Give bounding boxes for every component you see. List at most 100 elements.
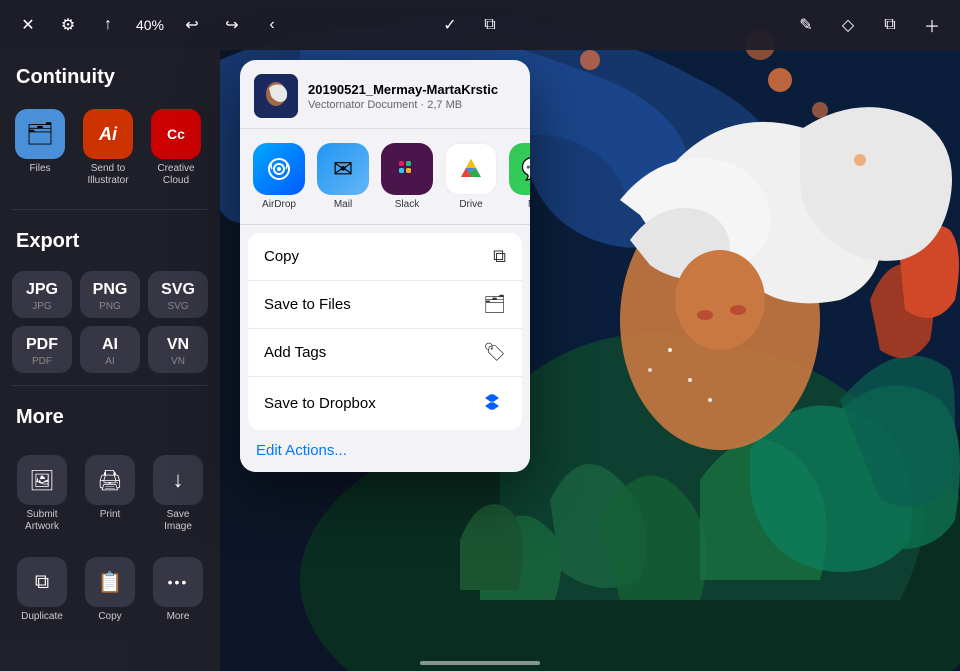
share-dropbox-label: Save to Dropbox: [264, 395, 376, 412]
share-action-add-tags[interactable]: Add Tags 🏷: [248, 329, 522, 377]
format-svg-sub: SVG: [167, 301, 188, 312]
mail-label: Mail: [334, 199, 352, 210]
continuity-section: Continuity 🗂 Files Ai Send to Illustrato…: [0, 50, 220, 205]
format-png-main: PNG: [93, 281, 128, 299]
format-jpg-main: JPG: [26, 281, 58, 299]
drive-label: Drive: [459, 199, 482, 210]
clipboard-tool[interactable]: ⧉: [474, 9, 506, 41]
edit-actions-link[interactable]: Edit Actions...: [256, 442, 347, 459]
duplicate-icon: ⧉: [17, 557, 67, 607]
share-filesize: Vectornator Document · 2,7 MB: [308, 99, 498, 111]
slack-label: Slack: [395, 199, 419, 210]
format-png-sub: PNG: [99, 301, 121, 312]
layers-panel-button[interactable]: ⧉: [874, 9, 906, 41]
check-tool[interactable]: ✓: [434, 9, 466, 41]
share-actions-group: Copy ⧉ Save to Files 🗂 Add Tags 🏷 Save t…: [248, 233, 522, 430]
pen-tool[interactable]: ✎: [790, 9, 822, 41]
send-to-illustrator-item[interactable]: Ai Send to Illustrator: [76, 103, 140, 193]
share-copy-icon: ⧉: [493, 246, 506, 267]
copy-label: Copy: [98, 611, 121, 623]
airdrop-icon: [253, 143, 305, 195]
toolbar-center: ✓ ⧉: [434, 9, 506, 41]
format-pdf[interactable]: PDF PDF: [12, 326, 72, 373]
share-filename: 20190521_Mermay-MartaKrstic: [308, 82, 498, 97]
submit-artwork-icon: 🖼: [17, 455, 67, 505]
edit-actions-container: Edit Actions...: [240, 430, 530, 472]
settings-button[interactable]: ⚙: [52, 9, 84, 41]
slack-icon: [381, 143, 433, 195]
share-sheet: 20190521_Mermay-MartaKrstic Vectornator …: [240, 60, 530, 472]
format-svg-main: SVG: [161, 281, 195, 299]
zoom-level: 40%: [132, 17, 168, 33]
share-file-info: 20190521_Mermay-MartaKrstic Vectornator …: [308, 82, 498, 111]
submit-artwork-item[interactable]: 🖼 Submit Artwork: [12, 447, 72, 541]
add-button[interactable]: ＋: [916, 9, 948, 41]
messages-icon: 💬: [509, 143, 530, 195]
format-vn-main: VN: [167, 336, 189, 354]
divider-1: [12, 209, 208, 210]
back-button[interactable]: ‹: [256, 9, 288, 41]
share-save-files-label: Save to Files: [264, 296, 351, 313]
left-panel: Continuity 🗂 Files Ai Send to Illustrato…: [0, 50, 220, 671]
format-ai-main: AI: [102, 336, 118, 354]
share-app-mail[interactable]: ✉ Mail: [314, 143, 372, 210]
copy-icon: 📋: [85, 557, 135, 607]
print-label: Print: [100, 509, 121, 521]
more-item-btn[interactable]: ••• More: [148, 549, 208, 631]
undo-button[interactable]: ↩: [176, 9, 208, 41]
format-png[interactable]: PNG PNG: [80, 271, 140, 318]
shape-tool[interactable]: ◇: [832, 9, 864, 41]
top-toolbar: ✕ ⚙ ↑ 40% ↩ ↪ ‹ ✓ ⧉ ✎ ◇ ⧉ ＋: [0, 0, 960, 50]
format-vn[interactable]: VN VN: [148, 326, 208, 373]
format-svg[interactable]: SVG SVG: [148, 271, 208, 318]
share-app-messages[interactable]: 💬 Me: [506, 143, 530, 210]
share-app-slack[interactable]: Slack: [378, 143, 436, 210]
share-action-dropbox[interactable]: Save to Dropbox: [248, 377, 522, 430]
more-section: More 🖼 Submit Artwork 🖨 Print ↓ Save Ima…: [0, 390, 220, 639]
copy-item[interactable]: 📋 Copy: [80, 549, 140, 631]
creative-cloud-item[interactable]: Cc Creative Cloud: [144, 103, 208, 193]
format-jpg[interactable]: JPG JPG: [12, 271, 72, 318]
export-section: Export JPG JPG PNG PNG SVG SVG PDF PDF A…: [0, 214, 220, 381]
export-format-grid: JPG JPG PNG PNG SVG SVG PDF PDF AI AI VN…: [0, 263, 220, 381]
files-label: Files: [29, 163, 50, 175]
creative-cloud-icon: Cc: [151, 109, 201, 159]
print-icon: 🖨: [85, 455, 135, 505]
share-folder-icon: 🗂: [483, 294, 506, 315]
share-button[interactable]: ↑: [92, 9, 124, 41]
continuity-icons: 🗂 Files Ai Send to Illustrator Cc Creati…: [0, 99, 220, 205]
share-app-airdrop[interactable]: AirDrop: [250, 143, 308, 210]
files-icon-item[interactable]: 🗂 Files: [8, 103, 72, 193]
more-icon: •••: [153, 557, 203, 607]
toolbar-right: ✎ ◇ ⧉ ＋: [790, 9, 948, 41]
format-ai[interactable]: AI AI: [80, 326, 140, 373]
share-app-drive[interactable]: Drive: [442, 143, 500, 210]
share-file-thumbnail: [254, 74, 298, 118]
print-item[interactable]: 🖨 Print: [80, 447, 140, 541]
share-action-save-files[interactable]: Save to Files 🗂: [248, 281, 522, 329]
illustrator-label: Send to Illustrator: [80, 163, 136, 187]
submit-artwork-label: Submit Artwork: [16, 509, 68, 533]
save-image-label: Save Image: [152, 509, 204, 533]
share-dropbox-icon: [484, 390, 506, 417]
format-jpg-sub: JPG: [32, 301, 51, 312]
share-action-copy-label: Copy: [264, 248, 299, 265]
messages-label: Me: [528, 199, 530, 210]
share-add-tags-label: Add Tags: [264, 344, 326, 361]
mail-icon: ✉: [317, 143, 369, 195]
more-title: More: [0, 390, 220, 439]
duplicate-item[interactable]: ⧉ Duplicate: [12, 549, 72, 631]
duplicate-label: Duplicate: [21, 611, 63, 623]
share-header: 20190521_Mermay-MartaKrstic Vectornator …: [240, 60, 530, 129]
redo-button[interactable]: ↪: [216, 9, 248, 41]
format-ai-sub: AI: [105, 356, 114, 367]
more-items-grid: 🖼 Submit Artwork 🖨 Print ↓ Save Image ⧉ …: [0, 439, 220, 639]
creative-cloud-label: Creative Cloud: [148, 163, 204, 187]
save-image-item[interactable]: ↓ Save Image: [148, 447, 208, 541]
more-label: More: [167, 611, 190, 623]
format-pdf-sub: PDF: [32, 356, 52, 367]
airdrop-label: AirDrop: [262, 199, 296, 210]
close-button[interactable]: ✕: [12, 9, 44, 41]
share-apps-row: AirDrop ✉ Mail Slack: [240, 129, 530, 225]
share-action-copy[interactable]: Copy ⧉: [248, 233, 522, 281]
